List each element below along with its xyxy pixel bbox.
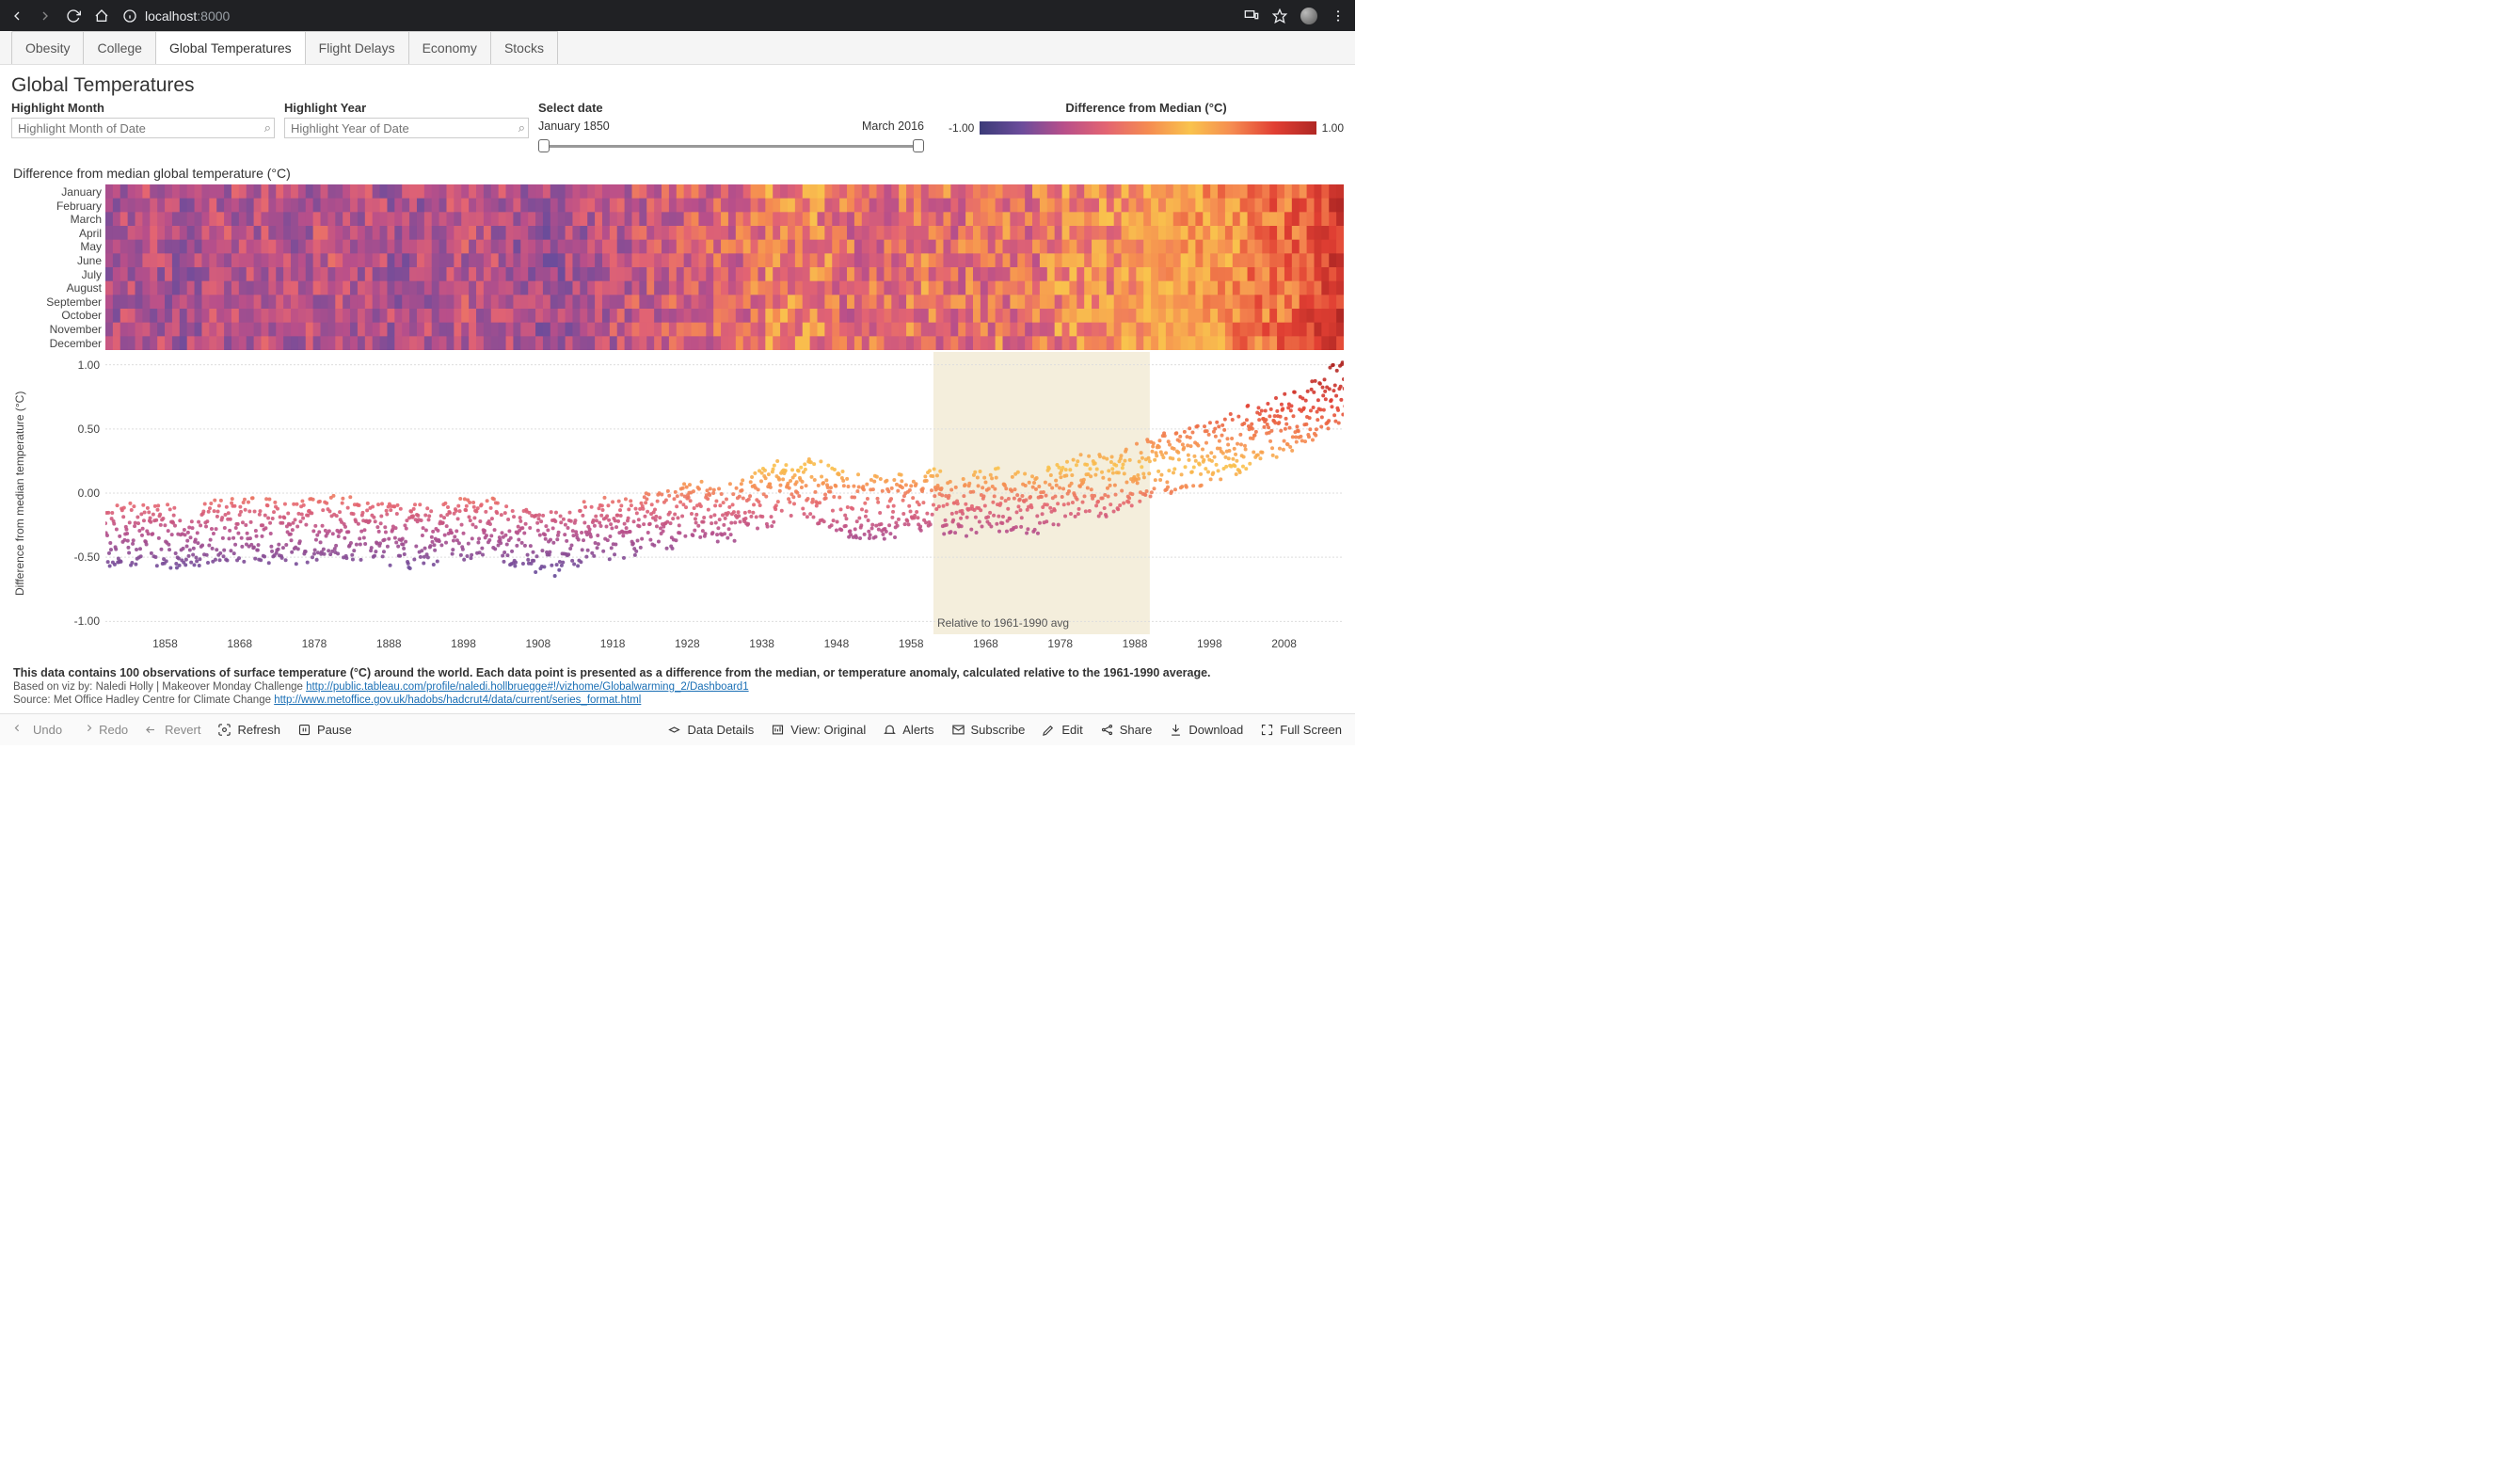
share-button[interactable]: Share [1100,723,1153,737]
svg-text:1978: 1978 [1047,637,1073,650]
footer-main: This data contains 100 observations of s… [13,666,1342,679]
footer-credit-prefix: Based on viz by: Naledi Holly | Makeover… [13,681,306,693]
browser-chrome: localhost:8000 [0,0,1355,31]
tab-global-temperatures[interactable]: Global Temperatures [155,31,306,64]
avatar[interactable] [1300,8,1317,24]
info-icon[interactable] [122,8,137,24]
undo-button[interactable]: Undo [13,723,62,737]
svg-text:1968: 1968 [973,637,998,650]
reload-icon[interactable] [66,8,81,24]
heatmap-title: Difference from median global temperatur… [13,166,1344,181]
bottom-toolbar: Undo Redo Revert Refresh Pause Data Deta… [0,713,1355,745]
svg-text:1948: 1948 [824,637,850,650]
heatmap-y-labels: JanuaryFebruaryMarchAprilMayJuneJulyAugu… [11,184,105,350]
highlight-year-input[interactable] [284,118,529,138]
device-icon[interactable] [1244,8,1259,24]
tab-obesity[interactable]: Obesity [11,31,84,64]
menu-icon[interactable] [1331,8,1346,24]
highlight-month-input[interactable] [11,118,275,138]
svg-text:1998: 1998 [1197,637,1222,650]
url-host: localhost [145,8,197,24]
revert-button[interactable]: Revert [145,723,200,737]
date-slider[interactable] [538,137,924,154]
color-legend [980,121,1316,135]
svg-text:1908: 1908 [525,637,550,650]
highlight-year-label: Highlight Year [284,101,529,115]
svg-text:1878: 1878 [302,637,327,650]
footer-credit-link[interactable]: http://public.tableau.com/profile/naledi… [306,681,749,693]
search-icon[interactable]: ⌕ [518,120,525,136]
legend-max: 1.00 [1322,121,1344,135]
date-start: January 1850 [538,120,610,133]
page-title: Global Temperatures [11,74,1344,97]
back-icon[interactable] [9,8,24,24]
scatter-y-label: Difference from median temperature (°C) [11,352,28,634]
svg-text:1888: 1888 [376,637,402,650]
star-icon[interactable] [1272,8,1287,24]
fullscreen-button[interactable]: Full Screen [1260,723,1342,737]
heatmap-chart[interactable] [105,184,1344,350]
redo-button[interactable]: Redo [79,723,128,737]
alerts-button[interactable]: Alerts [883,723,933,737]
url-bar[interactable]: localhost:8000 [122,8,1231,24]
svg-text:1898: 1898 [451,637,476,650]
edit-button[interactable]: Edit [1042,723,1082,737]
svg-text:1958: 1958 [899,637,924,650]
pause-button[interactable]: Pause [297,723,352,737]
tab-economy[interactable]: Economy [408,31,491,64]
scatter-x-ticks: 1858 1868 1878 1888 1898 1908 1918 1928 1938 1948… [105,634,1344,653]
legend-min: -1.00 [949,121,974,135]
tab-college[interactable]: College [83,31,155,64]
scatter-chart[interactable]: Relative to 1961-1990 avg [105,352,1344,634]
forward-icon[interactable] [38,8,53,24]
tab-stocks[interactable]: Stocks [490,31,558,64]
footer-source-prefix: Source: Met Office Hadley Centre for Cli… [13,694,274,706]
url-port: :8000 [197,8,230,24]
svg-text:1858: 1858 [152,637,178,650]
select-date-label: Select date [538,101,924,115]
svg-text:1938: 1938 [749,637,774,650]
download-button[interactable]: Download [1169,723,1243,737]
data-details-button[interactable]: Data Details [667,723,754,737]
subscribe-button[interactable]: Subscribe [951,723,1026,737]
svg-text:1928: 1928 [675,637,700,650]
highlight-month-label: Highlight Month [11,101,275,115]
svg-text:Relative to 1961-1990 avg: Relative to 1961-1990 avg [937,616,1069,630]
svg-text:1868: 1868 [227,637,252,650]
tab-flight-delays[interactable]: Flight Delays [305,31,409,64]
home-icon[interactable] [94,8,109,24]
scatter-y-ticks: 1.000.500.00-0.50-1.00 [28,352,105,634]
footer-source-link[interactable]: http://www.metoffice.gov.uk/hadobs/hadcr… [274,694,641,706]
refresh-button[interactable]: Refresh [217,723,280,737]
legend-title: Difference from Median (°C) [949,101,1344,115]
svg-text:2008: 2008 [1271,637,1297,650]
sheet-tabs: ObesityCollegeGlobal TemperaturesFlight … [0,31,1355,65]
svg-text:1988: 1988 [1123,637,1148,650]
date-end: March 2016 [862,120,924,133]
svg-text:1918: 1918 [600,637,626,650]
view-button[interactable]: View: Original [771,723,866,737]
search-icon[interactable]: ⌕ [264,120,271,136]
